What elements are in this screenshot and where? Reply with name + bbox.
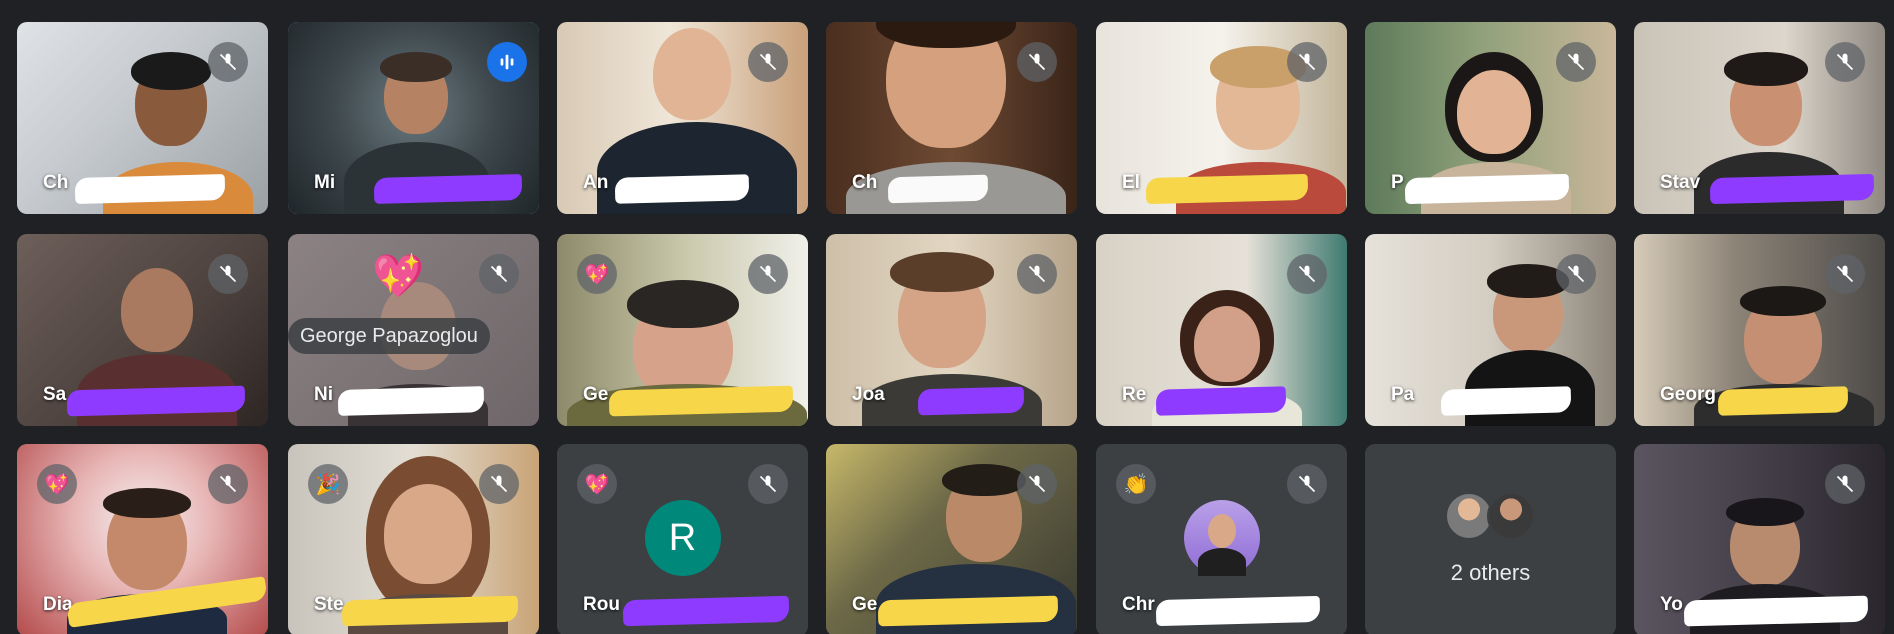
participant-name: Yo: [1660, 594, 1683, 615]
name-redaction: [877, 595, 1059, 627]
participant-tile[interactable]: Sa: [17, 234, 268, 426]
name-redaction: [1404, 173, 1570, 205]
name-redaction: [1717, 386, 1849, 416]
mic-off-icon: [1825, 42, 1865, 82]
mic-off-icon: [1287, 254, 1327, 294]
participant-name: Ch: [852, 172, 878, 193]
sparkling-heart-emoji: 💖: [372, 252, 425, 299]
participant-name: Pa: [1391, 384, 1415, 405]
participant-name: Ge: [583, 384, 609, 405]
others-tile[interactable]: 2 others: [1365, 444, 1616, 634]
avatar: R: [644, 500, 721, 576]
participant-tile[interactable]: Pa: [1365, 234, 1616, 426]
mic-off-icon: [208, 464, 248, 504]
mic-off-icon: [748, 42, 788, 82]
participant-tile[interactable]: R 💖 Rou: [557, 444, 808, 634]
name-redaction: [1155, 595, 1321, 627]
mic-off-icon: [1825, 254, 1865, 294]
mic-off-icon: [208, 254, 248, 294]
name-redaction: [373, 174, 523, 204]
name-redaction: [917, 386, 1025, 416]
participant-name: Rou: [583, 594, 620, 615]
sparkling-heart-emoji: 💖: [37, 464, 77, 504]
sparkling-heart-emoji: 💖: [577, 254, 617, 294]
participant-name: P: [1391, 172, 1404, 193]
name-redaction: [1145, 173, 1309, 205]
participant-tile[interactable]: El: [1096, 22, 1347, 214]
audio-level-icon: [487, 42, 527, 82]
avatar: [1183, 500, 1260, 576]
name-redaction: [1440, 386, 1572, 416]
participant-tile[interactable]: Stav: [1634, 22, 1885, 214]
participant-tile[interactable]: 💖 George Papazoglou Ni: [288, 234, 539, 426]
mic-off-icon: [479, 464, 519, 504]
participant-name: Ge: [852, 594, 878, 615]
participant-tile[interactable]: Re: [1096, 234, 1347, 426]
participant-grid: Ch Mi An Ch El P Stav Sa 💖 George Papazo…: [0, 0, 1894, 634]
participant-tile[interactable]: Georg: [1634, 234, 1885, 426]
name-redaction: [66, 385, 246, 417]
participant-name: Georg: [1660, 384, 1716, 405]
mic-off-icon: [1017, 42, 1057, 82]
participant-tile[interactable]: P: [1365, 22, 1616, 214]
participant-name: Re: [1122, 384, 1147, 405]
mic-off-icon: [748, 464, 788, 504]
mic-off-icon: [1017, 254, 1057, 294]
mic-off-icon: [1017, 464, 1057, 504]
participant-tile[interactable]: 🎉 Ste: [288, 444, 539, 634]
participant-tile[interactable]: Yo: [1634, 444, 1885, 634]
avatar: [1487, 492, 1535, 540]
mic-off-icon: [1287, 42, 1327, 82]
mic-off-icon: [1556, 254, 1596, 294]
mic-off-icon: [208, 42, 248, 82]
participant-tile[interactable]: Ge: [826, 444, 1077, 634]
avatar: [1445, 492, 1493, 540]
name-redaction: [341, 595, 519, 627]
name-redaction: [74, 174, 226, 204]
mic-off-icon: [748, 254, 788, 294]
others-count-label: 2 others: [1450, 560, 1531, 585]
mic-off-icon: [479, 254, 519, 294]
participant-tile[interactable]: An: [557, 22, 808, 214]
participant-tile[interactable]: 💖 Dia: [17, 444, 268, 634]
participant-name: An: [583, 172, 609, 193]
participant-name: Sa: [43, 384, 67, 405]
name-redaction: [608, 385, 794, 417]
participant-tile[interactable]: Ch: [826, 22, 1077, 214]
participant-name: Stav: [1660, 172, 1701, 193]
name-redaction: [337, 386, 485, 416]
participant-name: Mi: [314, 172, 336, 193]
participant-name: Chr: [1122, 594, 1155, 615]
participant-name: Ste: [314, 594, 344, 615]
participant-tile[interactable]: Ch: [17, 22, 268, 214]
participant-name: Joa: [852, 384, 885, 405]
sparkling-heart-emoji: 💖: [577, 464, 617, 504]
mic-off-icon: [1556, 42, 1596, 82]
participant-tile[interactable]: Joa: [826, 234, 1077, 426]
name-redaction: [614, 174, 750, 204]
name-redaction: [622, 595, 790, 627]
participant-tile[interactable]: 👏 Chr: [1096, 444, 1347, 634]
name-redaction: [1683, 595, 1869, 627]
mic-off-icon: [1287, 464, 1327, 504]
participant-name: El: [1122, 172, 1140, 193]
participant-tile[interactable]: 💖 Ge: [557, 234, 808, 426]
name-redaction: [1155, 386, 1287, 416]
participant-name: Ch: [43, 172, 69, 193]
hover-name-tooltip: George Papazoglou: [288, 318, 490, 354]
mic-off-icon: [1825, 464, 1865, 504]
name-redaction: [887, 174, 989, 204]
clapping-hands-emoji: 👏: [1116, 464, 1156, 504]
participant-tile-speaking[interactable]: Mi: [288, 22, 539, 214]
name-redaction: [1709, 173, 1875, 205]
party-popper-emoji: 🎉: [308, 464, 348, 504]
participant-name: Ni: [314, 384, 333, 405]
